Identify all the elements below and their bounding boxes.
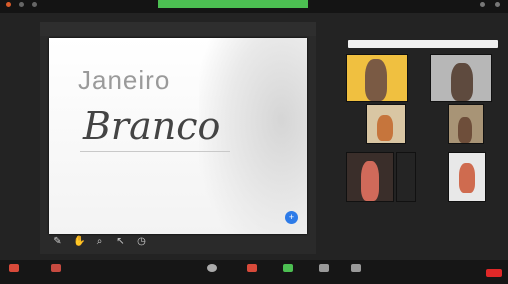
participant-tile[interactable] — [346, 54, 408, 102]
camera-icon — [51, 264, 61, 272]
participant-tile[interactable] — [366, 104, 406, 144]
shared-screen: Janeiro Branco + — [40, 22, 316, 254]
fullscreen-icon[interactable] — [495, 2, 500, 7]
participant-video — [377, 115, 393, 141]
participants-button[interactable] — [240, 264, 264, 272]
reactions-button[interactable] — [344, 264, 368, 272]
hand-icon[interactable]: ✋ — [73, 236, 85, 247]
record-button[interactable] — [312, 264, 336, 272]
slide-title-line2: Branco — [83, 104, 221, 148]
record-icon — [319, 264, 329, 272]
top-bar-right — [480, 2, 500, 7]
participant-video — [451, 63, 473, 101]
clock-icon[interactable]: ◷ — [136, 236, 147, 247]
participant-video — [459, 163, 475, 193]
end-meeting-button[interactable] — [486, 269, 502, 277]
screen-share-banner[interactable] — [158, 0, 308, 8]
pointer-icon[interactable]: ↖ — [115, 236, 126, 247]
share-screen-button[interactable] — [276, 264, 300, 272]
participant-tile[interactable] — [346, 152, 394, 202]
video-button[interactable] — [44, 264, 68, 272]
slide-title-line1: Janeiro — [78, 65, 171, 95]
shared-screen-toolbar — [40, 22, 316, 36]
meeting-window: Janeiro Branco + ✎ ✋ ⌕ ↖ ◷ — [0, 0, 508, 284]
participant-tile[interactable] — [430, 54, 492, 102]
annotation-toolbar: ✎ ✋ ⌕ ↖ ◷ — [52, 236, 147, 247]
info-icon[interactable] — [19, 2, 24, 7]
meeting-toolbar — [0, 260, 508, 284]
slide-add-button[interactable]: + — [285, 211, 298, 224]
participant-video — [365, 59, 387, 101]
share-screen-icon — [283, 264, 293, 272]
app-icon — [6, 2, 11, 7]
slide-subtitle — [80, 150, 230, 153]
participant-tile[interactable] — [448, 104, 484, 144]
participants-icon — [247, 264, 257, 272]
security-icon — [207, 264, 217, 272]
top-bar-left — [6, 2, 37, 7]
presentation-slide: Janeiro Branco + — [49, 38, 307, 234]
top-bar — [0, 0, 508, 13]
participant-tile[interactable] — [448, 152, 486, 202]
participant-gallery — [338, 32, 503, 202]
shield-icon[interactable] — [32, 2, 37, 7]
zoom-icon[interactable]: ⌕ — [94, 236, 105, 247]
participant-video — [361, 161, 379, 201]
mute-button[interactable] — [2, 264, 26, 272]
reactions-icon — [351, 264, 361, 272]
participant-tile[interactable] — [396, 152, 416, 202]
view-icon[interactable] — [480, 2, 485, 7]
participant-video — [458, 117, 472, 143]
pen-icon[interactable]: ✎ — [52, 236, 63, 247]
security-button[interactable] — [200, 264, 224, 272]
mic-icon — [9, 264, 19, 272]
gallery-search-bar[interactable] — [348, 40, 498, 48]
